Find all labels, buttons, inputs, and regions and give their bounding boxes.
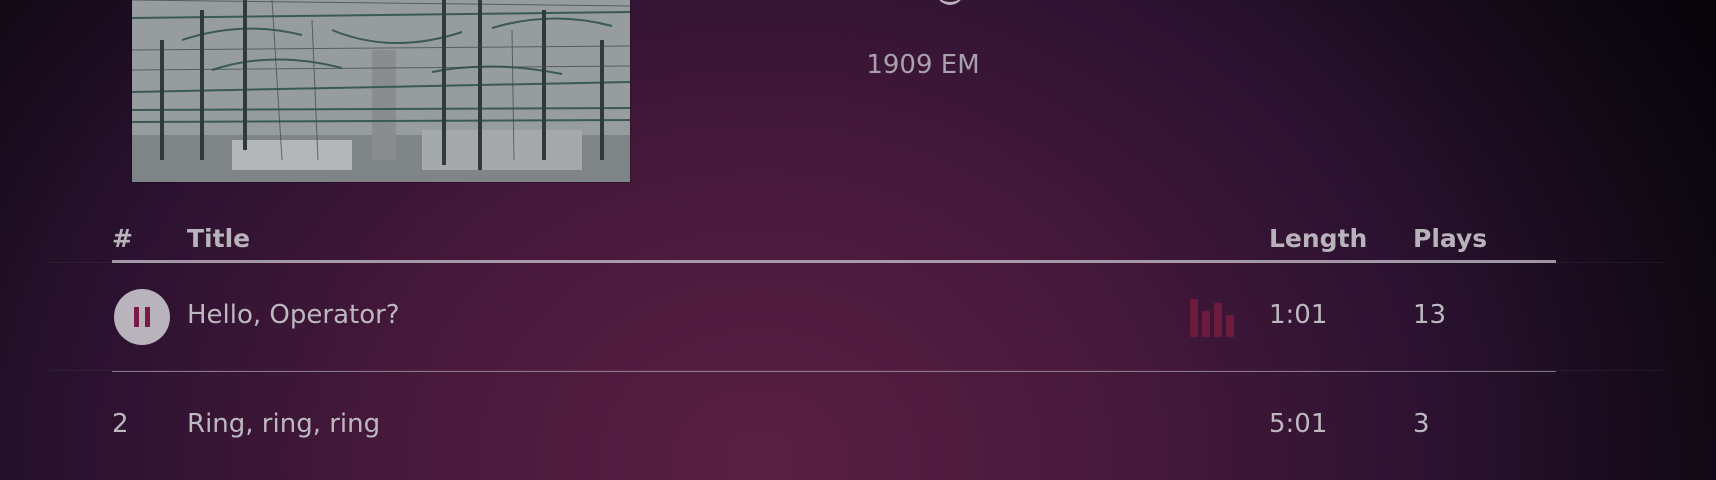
track-plays: 13 — [1413, 300, 1447, 330]
tracklist-header: # Title Length Plays — [112, 218, 1556, 263]
track-row[interactable]: 2 Ring, ring, ring 5:01 3 — [112, 372, 1556, 480]
equalizer-bar — [1226, 315, 1234, 337]
pause-icon — [134, 307, 139, 327]
pause-icon — [145, 307, 150, 327]
equalizer-bar — [1190, 299, 1198, 337]
track-row[interactable]: Hello, Operator? 1:01 13 — [112, 263, 1556, 372]
pause-button[interactable] — [114, 289, 170, 345]
track-title[interactable]: Ring, ring, ring — [187, 409, 380, 439]
header-length[interactable]: Length — [1269, 224, 1367, 253]
equalizer-bar — [1214, 303, 1222, 337]
album-title-fragment — [936, 0, 964, 5]
track-number: 2 — [112, 409, 129, 439]
album-cover — [132, 0, 630, 182]
header-title[interactable]: Title — [187, 224, 250, 253]
album-subtitle: 1909 EM — [866, 50, 980, 80]
track-title[interactable]: Hello, Operator? — [187, 300, 400, 330]
tracklist: # Title Length Plays Hello, Operator? 1:… — [112, 218, 1556, 480]
equalizer-bar — [1202, 311, 1210, 337]
album-cover-photo — [132, 0, 630, 182]
header-plays[interactable]: Plays — [1413, 224, 1487, 253]
header-number: # — [112, 224, 133, 253]
track-length: 5:01 — [1269, 409, 1328, 439]
equalizer-icon — [1190, 297, 1236, 337]
track-length: 1:01 — [1269, 300, 1328, 330]
track-plays: 3 — [1413, 409, 1430, 439]
